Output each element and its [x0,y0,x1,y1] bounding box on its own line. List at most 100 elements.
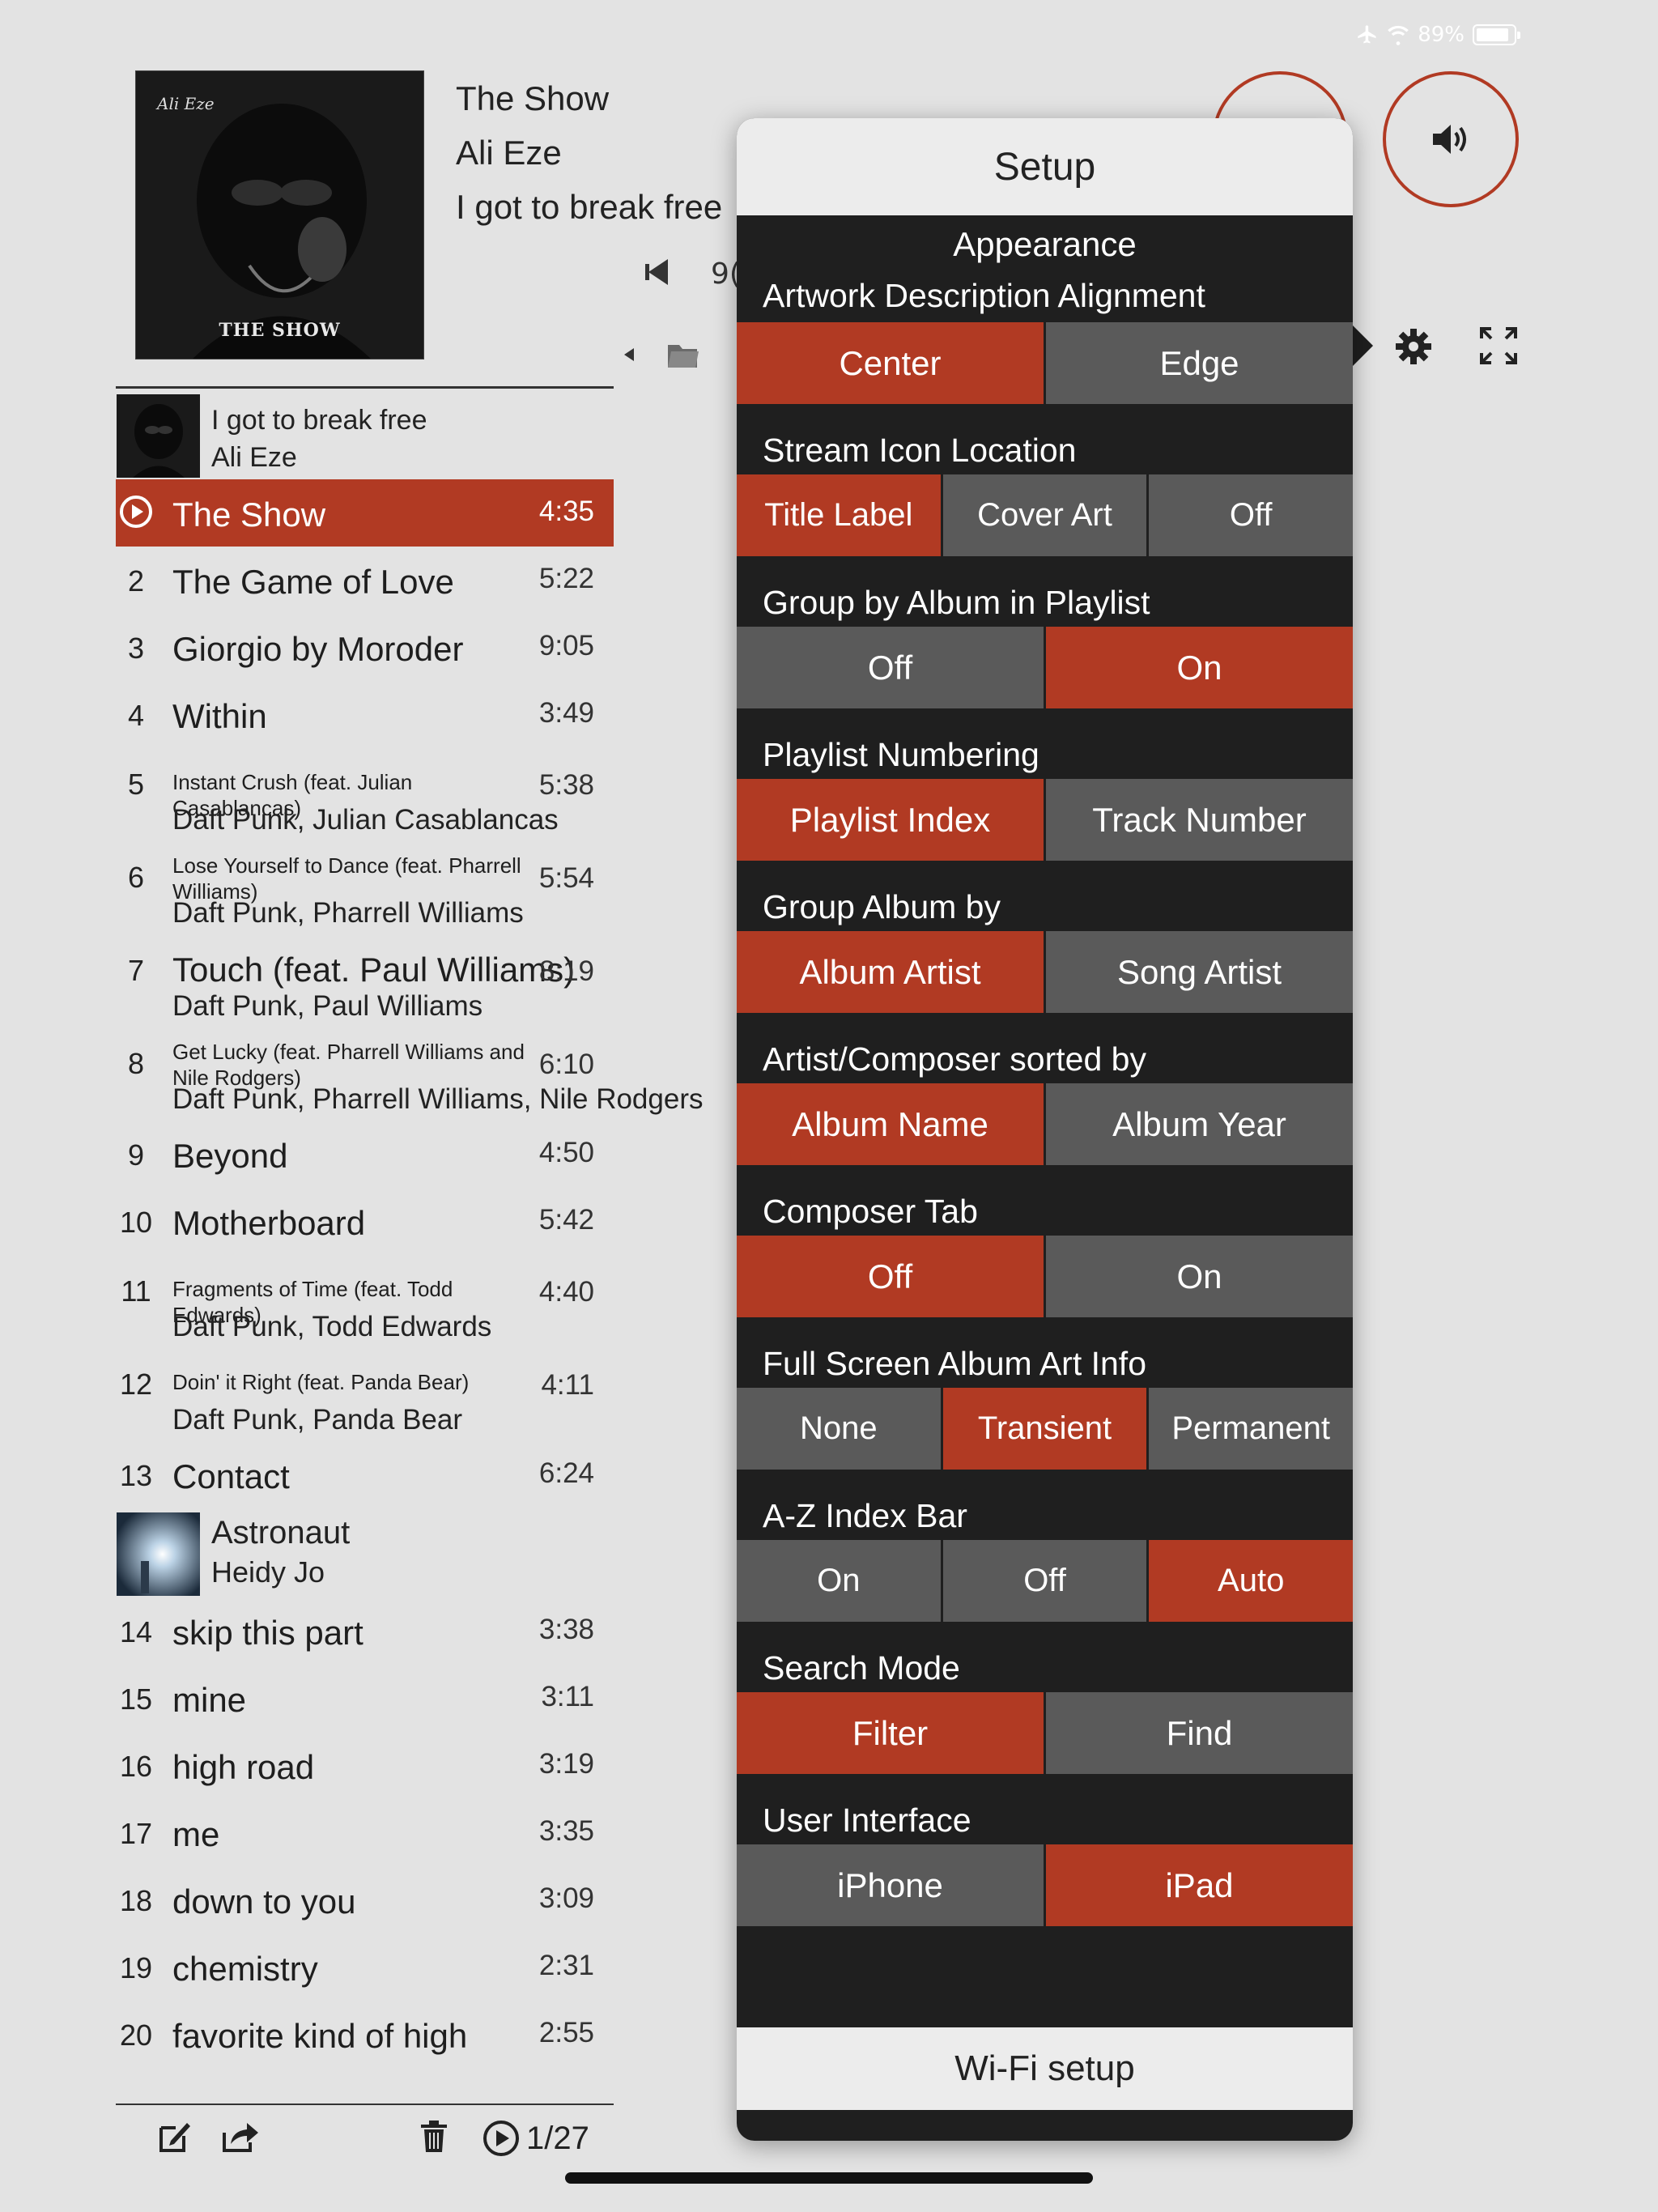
track-row[interactable]: 13 Contact 6:24 [116,1441,614,1508]
track-row[interactable]: 9 Beyond 4:50 [116,1121,614,1188]
segment-option[interactable]: Find [1046,1692,1353,1774]
track-row[interactable]: 20 favorite kind of high 2:55 [116,2001,614,2068]
track-title: Within [172,697,267,735]
cover-caption: THE SHOW [219,320,341,341]
popover-caret [1350,323,1373,368]
track-row[interactable]: 18 down to you 3:09 [116,1866,614,1933]
track-row[interactable]: 19 chemistry 2:31 [116,1933,614,2001]
album-group-header[interactable]: I got to break free Ali Eze [116,390,614,479]
segment-option[interactable]: Edge [1046,322,1353,404]
segment-option[interactable]: Center [737,322,1044,404]
track-title: chemistry [172,1950,318,1988]
track-row[interactable]: 5 Instant Crush (feat. Julian Casablancas… [116,748,614,841]
track-row[interactable]: 4 Within 3:49 [116,681,614,748]
folder-icon[interactable] [666,338,700,371]
track-row[interactable]: 11 Fragments of Time (feat. Todd Edwards)… [116,1255,614,1348]
segment-option[interactable]: iPad [1046,1844,1353,1926]
segment-option[interactable]: None [737,1388,941,1470]
segment-option[interactable]: Song Artist [1046,931,1353,1013]
segment-option[interactable]: Track Number [1046,779,1353,861]
playlist[interactable]: I got to break free Ali Eze The Show 4:35 2 T… [116,390,704,2068]
setup-popover: Setup Appearance Artwork Description Ali… [737,118,1353,2141]
segmented-control: Title Label Cover Art Off [737,474,1353,556]
segment-option[interactable]: Album Year [1046,1083,1353,1165]
track-title: The Show [172,496,326,534]
gear-icon[interactable] [1394,327,1433,366]
album-title: I got to break free [211,405,427,436]
segment-option[interactable]: Transient [942,1388,1147,1470]
track-row[interactable]: 10 Motherboard 5:42 [116,1188,614,1255]
track-row[interactable]: 16 high road 3:19 [116,1732,614,1799]
volume-button[interactable] [1383,71,1519,207]
wifi-setup-button[interactable]: Wi-Fi setup [737,2027,1353,2110]
track-row[interactable]: 15 mine 3:11 [116,1665,614,1732]
setup-section-title: Full Screen Album Art Info [763,1345,1147,1382]
segment-option[interactable]: Auto [1149,1540,1353,1622]
track-title: Beyond [172,1137,288,1175]
track-row[interactable]: 14 skip this part 3:38 [116,1597,614,1665]
cover-signature: Ali Eze [157,94,215,113]
segmented-control: Off On [737,1236,1353,1317]
segment-option[interactable]: Filter [737,1692,1044,1774]
battery-icon [1473,24,1520,45]
now-playing-info: The Show Ali Eze I got to break free [456,71,722,234]
segment-option[interactable]: iPhone [737,1844,1044,1926]
segment-option[interactable]: Off [1149,474,1353,556]
play-circle-icon[interactable] [483,2120,520,2157]
track-row[interactable]: 3 Giorgio by Moroder 9:05 [116,614,614,681]
segment-option[interactable]: Cover Art [942,474,1147,556]
track-number: 3 [127,632,145,665]
segment-option[interactable]: On [737,1540,941,1622]
album-artist: Heidy Jo [211,1555,325,1589]
track-duration: 3:49 [538,697,594,729]
segment-option[interactable]: On [1046,627,1353,708]
segment-option[interactable]: Album Name [737,1083,1044,1165]
track-counter: 1/27 [483,2120,589,2157]
track-number: 6 [127,861,145,894]
track-duration: 3:09 [538,1882,594,1914]
cover-art[interactable]: Ali Eze THE SHOW [136,71,423,359]
track-title: Motherboard [172,1204,366,1242]
album-title: Astronaut [211,1515,351,1551]
track-duration: 6:24 [538,1457,594,1489]
setup-section-title: Group by Album in Playlist [763,584,1150,621]
setup-section-title: Composer Tab [763,1193,978,1230]
track-row[interactable]: 12 Doin' it Right (feat. Panda Bear) 4:11 D… [116,1348,614,1441]
speaker-icon [1433,125,1466,154]
previous-icon[interactable] [644,257,671,287]
track-row[interactable]: 6 Lose Yourself to Dance (feat. Pharrell … [116,841,614,934]
track-row[interactable]: 8 Get Lucky (feat. Pharrell Williams and … [116,1027,704,1121]
share-icon[interactable] [221,2120,260,2154]
setup-section-title: Group Album by [763,888,1001,925]
setup-section-title: Artwork Description Alignment [763,277,1205,314]
segment-option[interactable]: Off [737,627,1044,708]
track-row[interactable]: 2 The Game of Love 5:22 [116,547,614,614]
track-number: 8 [127,1047,145,1080]
album-group-header[interactable]: Astronaut Heidy Jo [116,1508,614,1597]
small-left-arrow-icon[interactable] [621,347,637,363]
track-row-current[interactable]: The Show 4:35 [116,479,614,547]
trash-icon[interactable] [419,2120,449,2154]
track-row[interactable]: 17 me 3:35 [116,1799,614,1866]
segment-option[interactable]: Off [737,1236,1044,1317]
segment-option[interactable]: Title Label [737,474,941,556]
segment-option[interactable]: Album Artist [737,931,1044,1013]
segment-option[interactable]: Playlist Index [737,779,1044,861]
segment-option[interactable]: Permanent [1149,1388,1353,1470]
segment-option[interactable]: Off [942,1540,1147,1622]
track-number: 13 [119,1459,153,1492]
appearance-heading: Appearance [953,225,1137,263]
setup-section-title: Playlist Numbering [763,736,1039,773]
segment-option[interactable]: On [1046,1236,1353,1317]
track-duration: 2:55 [538,2017,594,2048]
play-circle-icon [120,496,152,528]
segmented-control: Playlist Index Track Number [737,779,1353,861]
track-title: Touch (feat. Paul Williams) [172,951,576,989]
track-row[interactable]: 7 Touch (feat. Paul Williams) 8:19 Daft Pun… [116,934,614,1027]
edit-icon[interactable] [158,2120,192,2154]
fullscreen-icon[interactable] [1480,327,1517,364]
